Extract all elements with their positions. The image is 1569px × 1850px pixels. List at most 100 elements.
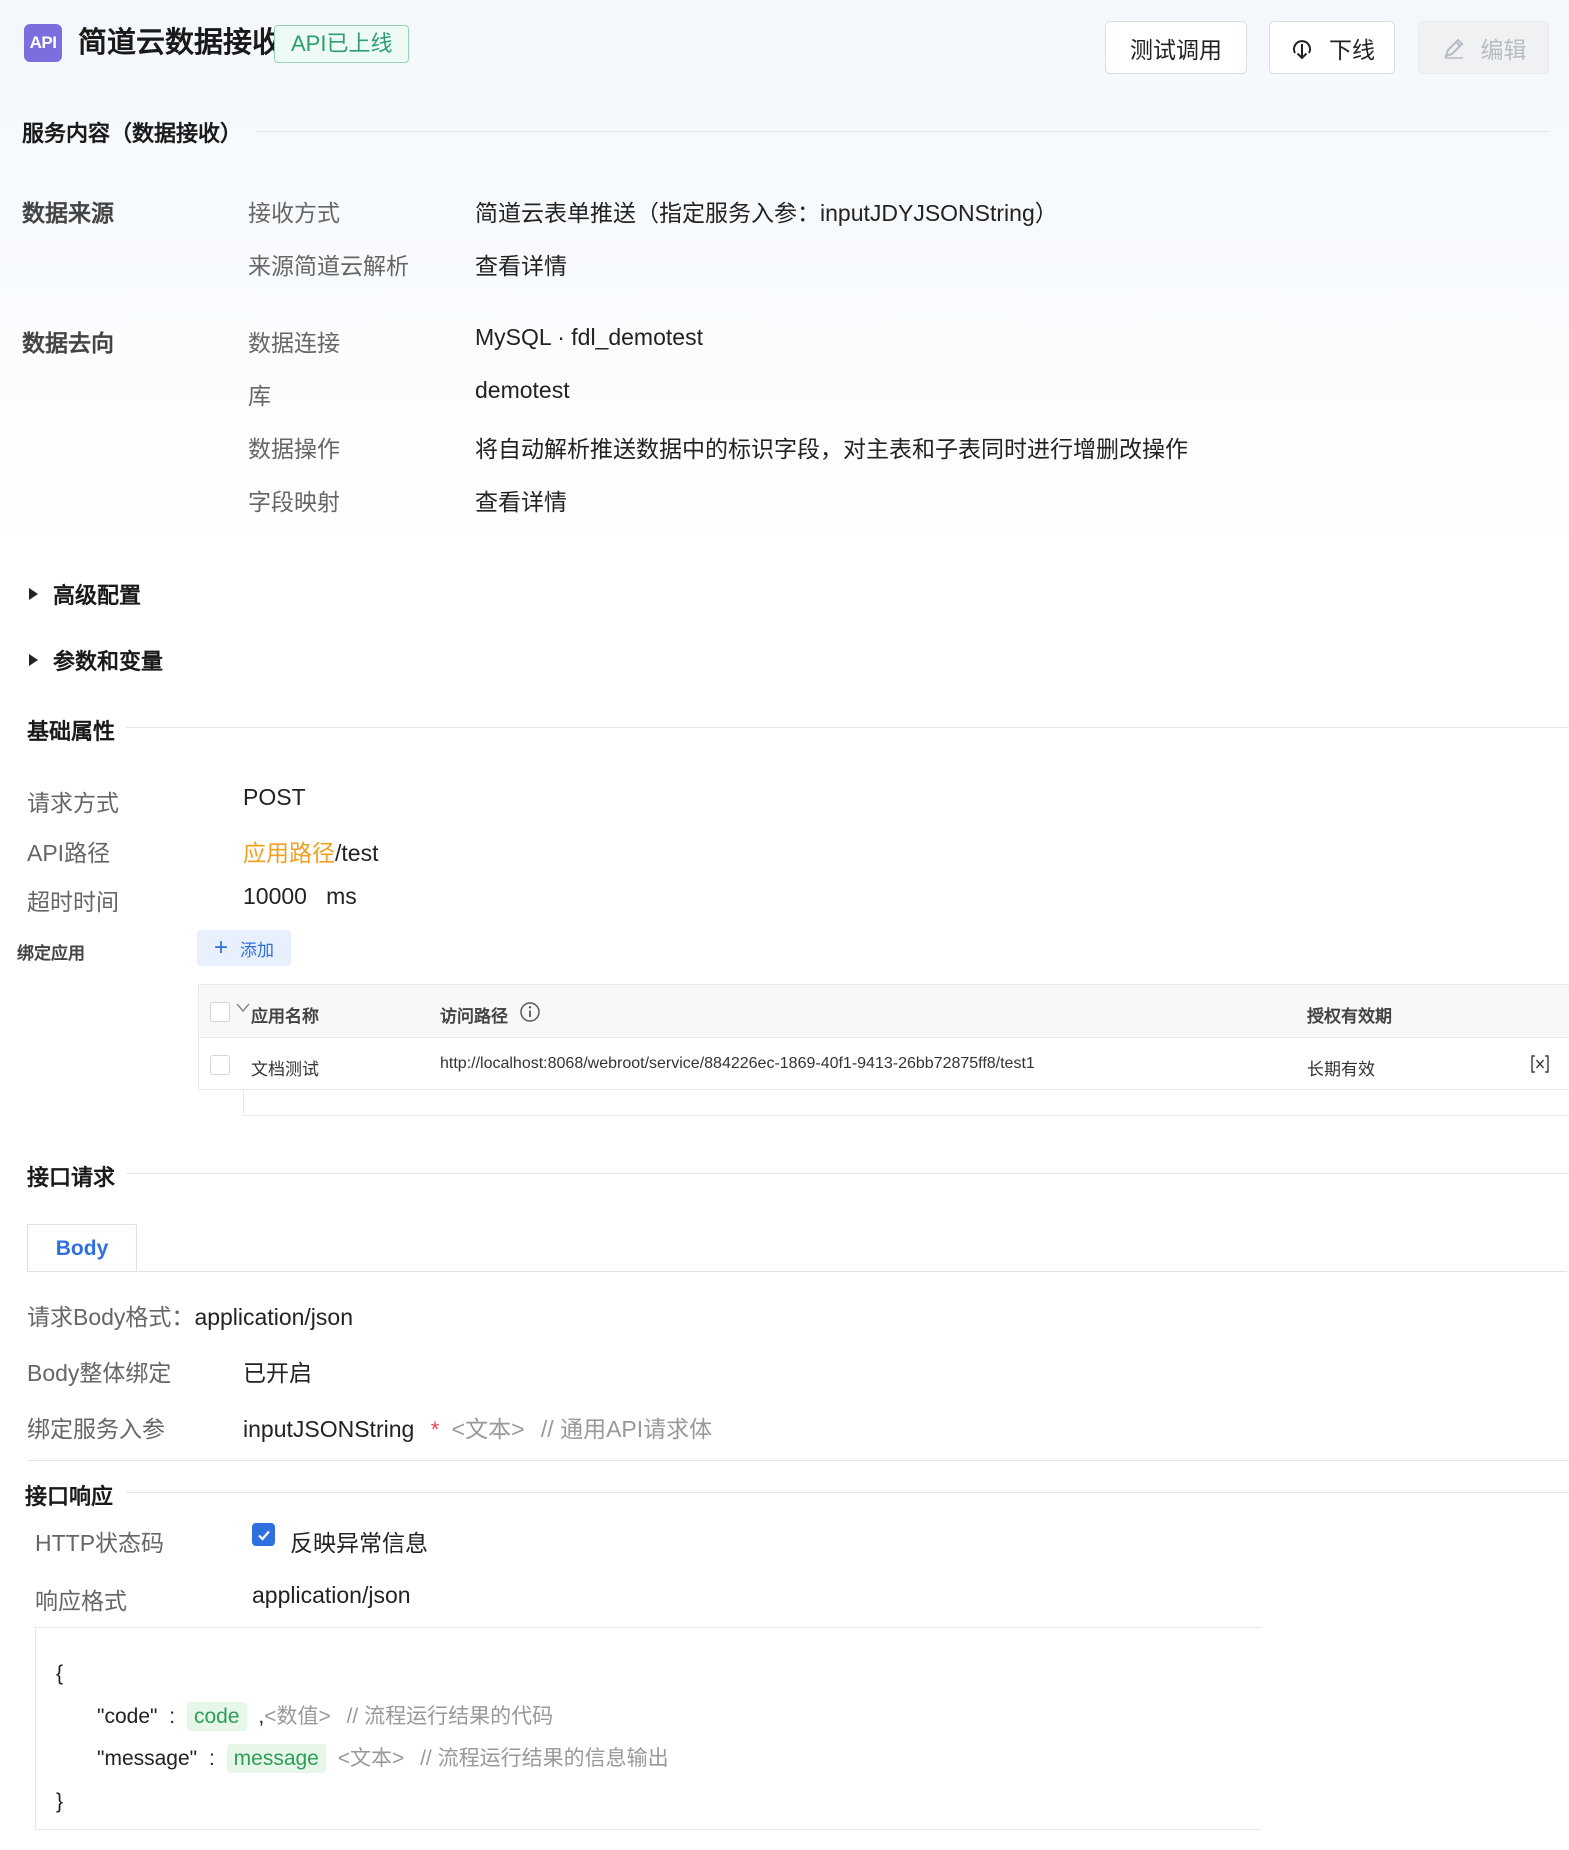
data-operation-label: 数据操作 xyxy=(248,436,340,462)
pencil-icon xyxy=(1443,38,1463,59)
check-icon xyxy=(257,1530,270,1541)
edit-label: 编辑 xyxy=(1480,36,1527,63)
data-operation-value: 将自动解析推送数据中的标识字段，对主表和子表同时进行增删改操作 xyxy=(475,436,1188,462)
download-icon xyxy=(1293,39,1311,59)
message-type: <文本> xyxy=(337,1747,405,1770)
method-label: 请求方式 xyxy=(27,790,119,816)
page-title: 简道云数据接收 xyxy=(78,27,282,59)
row-checkbox[interactable] xyxy=(210,1055,230,1075)
api-path-label: API路径 xyxy=(27,840,111,866)
field-mapping-label: 字段映射 xyxy=(248,489,340,515)
code-close-brace: } xyxy=(56,1790,64,1813)
add-app-label: 添加 xyxy=(240,940,274,960)
section-divider xyxy=(126,727,1569,728)
bind-param-comment: // 通用API请求体 xyxy=(540,1416,713,1442)
basic-section-title: 基础属性 xyxy=(27,719,116,744)
timeout-value: 10000 ms xyxy=(243,883,357,910)
timeout-unit: ms xyxy=(326,883,357,909)
api-path-suffix: /test xyxy=(335,840,379,866)
message-comment: // 流程运行结果的信息输出 xyxy=(420,1747,669,1770)
service-section-title: 服务内容（数据接收） xyxy=(22,121,243,146)
connection-label: 数据连接 xyxy=(248,330,340,356)
database-value: demotest xyxy=(475,377,570,403)
response-format-value: application/json xyxy=(252,1582,411,1608)
chevron-down-icon[interactable] xyxy=(236,1003,250,1013)
code-colon: : xyxy=(169,1705,176,1728)
reflect-error-label: 反映异常信息 xyxy=(290,1530,428,1556)
select-all-checkbox[interactable] xyxy=(210,1002,230,1022)
code-line-code: "code" : code ,<数值> // 流程运行结果的代码 xyxy=(97,1700,554,1731)
code-comment: // 流程运行结果的代码 xyxy=(346,1705,554,1728)
body-format-label: 请求Body格式： xyxy=(27,1304,195,1330)
advanced-config-toggle[interactable]: 高级配置 xyxy=(29,578,141,610)
section-divider xyxy=(256,131,1549,132)
code-open-brace: { xyxy=(56,1662,64,1685)
test-call-label: 测试调用 xyxy=(1130,36,1222,63)
receive-method-value: 简道云表单推送（指定服务入参：inputJDYJSONString） xyxy=(475,200,1058,226)
top-background xyxy=(0,0,1569,560)
row-validity: 长期有效 xyxy=(1307,1060,1375,1079)
data-target-label: 数据去向 xyxy=(22,330,114,356)
info-icon[interactable] xyxy=(519,1001,541,1023)
body-format-value: application/json xyxy=(194,1304,353,1330)
col-access-path: 访问路径 xyxy=(440,1007,508,1026)
bind-param-type: <文本> xyxy=(451,1416,525,1442)
reflect-error-checkbox[interactable] xyxy=(252,1523,275,1546)
body-format-row: 请求Body格式：application/json xyxy=(27,1298,353,1332)
request-section-title: 接口请求 xyxy=(27,1165,116,1190)
row-access-path: http://localhost:8068/webroot/service/88… xyxy=(440,1055,1035,1072)
code-type: <数值> xyxy=(264,1705,331,1728)
bind-app-label: 绑定应用 xyxy=(17,944,85,963)
offline-button[interactable]: 下线 xyxy=(1269,21,1395,74)
section-divider xyxy=(126,1173,1569,1174)
source-parse-label: 来源简道云解析 xyxy=(248,253,409,279)
caret-right-icon xyxy=(29,588,38,600)
test-call-button[interactable]: 测试调用 xyxy=(1105,21,1247,74)
edit-button[interactable]: 编辑 xyxy=(1418,21,1549,74)
response-format-label: 响应格式 xyxy=(35,1588,127,1614)
caret-right-icon xyxy=(29,654,38,666)
required-star: * xyxy=(430,1417,440,1442)
method-value: POST xyxy=(243,784,306,810)
bind-param-value: inputJSONString * <文本> // 通用API请求体 xyxy=(243,1410,712,1444)
section-divider xyxy=(126,1492,1569,1493)
section-divider xyxy=(27,1460,1569,1461)
api-path-value: 应用路径/test xyxy=(243,834,378,868)
col-validity: 授权有效期 xyxy=(1307,1007,1392,1026)
source-parse-details-link[interactable]: 查看详情 xyxy=(475,247,567,281)
unbind-icon[interactable] xyxy=(1529,1053,1551,1075)
col-app-name: 应用名称 xyxy=(251,1007,319,1026)
message-colon: : xyxy=(208,1747,215,1770)
message-chip[interactable]: message xyxy=(226,1744,326,1773)
database-label: 库 xyxy=(248,383,271,409)
add-app-button[interactable]: + 添加 xyxy=(197,930,291,966)
plus-icon: + xyxy=(213,934,228,961)
data-source-label: 数据来源 xyxy=(22,200,114,226)
code-key: "code" xyxy=(97,1705,158,1728)
api-logo-icon: API xyxy=(24,24,62,62)
params-toggle[interactable]: 参数和变量 xyxy=(29,644,163,676)
row-app-name: 文档测试 xyxy=(251,1060,319,1079)
timeout-number: 10000 xyxy=(243,883,307,909)
whole-bind-label: Body整体绑定 xyxy=(27,1360,172,1386)
whole-bind-value: 已开启 xyxy=(243,1360,312,1386)
table-footer xyxy=(243,1090,1569,1116)
bind-param-label: 绑定服务入参 xyxy=(27,1416,165,1442)
status-badge: API已上线 xyxy=(274,25,410,63)
params-label: 参数和变量 xyxy=(53,649,164,674)
connection-value: MySQL · fdl_demotest xyxy=(475,324,703,350)
response-section-title: 接口响应 xyxy=(25,1484,114,1509)
message-key: "message" xyxy=(97,1747,198,1770)
code-line-message: "message" : message <文本> // 流程运行结果的信息输出 xyxy=(97,1742,669,1773)
app-path-prefix: 应用路径 xyxy=(243,840,335,866)
tab-body[interactable]: Body xyxy=(27,1224,137,1272)
code-chip[interactable]: code xyxy=(186,1702,247,1731)
bind-param-name: inputJSONString xyxy=(243,1416,415,1442)
http-status-label: HTTP状态码 xyxy=(35,1530,165,1556)
offline-label: 下线 xyxy=(1329,36,1375,63)
advanced-config-label: 高级配置 xyxy=(53,583,142,608)
timeout-label: 超时时间 xyxy=(27,889,119,915)
tab-underline xyxy=(27,1271,1567,1272)
receive-method-label: 接收方式 xyxy=(248,200,340,226)
field-mapping-details-link[interactable]: 查看详情 xyxy=(475,483,567,517)
